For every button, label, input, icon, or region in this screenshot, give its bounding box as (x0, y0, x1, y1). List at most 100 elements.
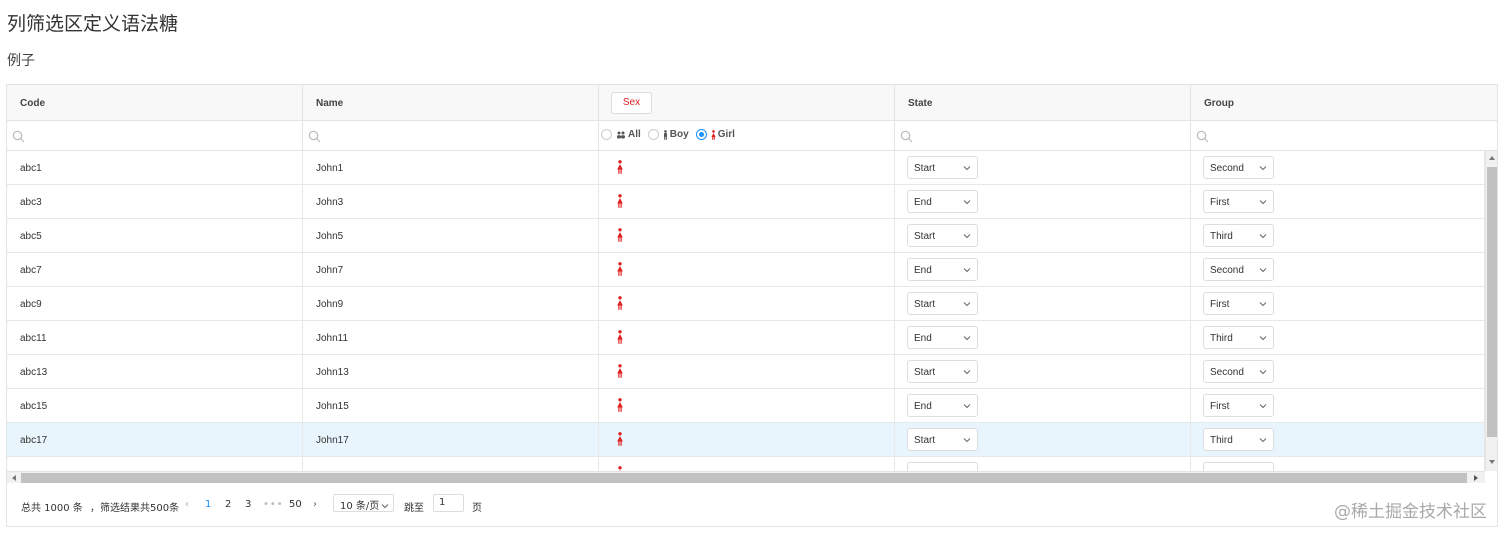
group-select[interactable]: Third (1203, 224, 1274, 247)
chevron-down-icon (963, 231, 971, 242)
table-header: Code Name Sex State Group (7, 85, 1497, 121)
scroll-left-icon[interactable] (11, 474, 17, 482)
name-cell: John7 (303, 253, 599, 286)
code-cell: abc3 (7, 185, 303, 218)
name-cell: John17 (303, 423, 599, 456)
radio-button[interactable] (601, 129, 612, 140)
name-text: John5 (316, 231, 344, 242)
group-select[interactable]: Second (1203, 258, 1274, 281)
people-icon (617, 131, 625, 138)
group-value: First (1210, 401, 1230, 412)
table-row[interactable]: abc1 John1 Start Second (7, 151, 1485, 185)
state-select[interactable]: End (907, 190, 978, 213)
girl-icon (617, 194, 623, 213)
table-row[interactable]: abc5 John5 Start Third (7, 219, 1485, 253)
group-select[interactable]: First (1203, 292, 1274, 315)
search-icon (12, 130, 25, 143)
table-row[interactable]: abc3 John3 End First (7, 185, 1485, 219)
code-cell (7, 457, 303, 471)
group-select[interactable]: First (1203, 190, 1274, 213)
column-header-state[interactable]: State (895, 85, 1191, 120)
sex-button[interactable]: Sex (611, 92, 652, 114)
radio-all[interactable]: All (601, 129, 641, 140)
radio-button[interactable] (695, 129, 707, 140)
sex-cell (599, 389, 895, 422)
chevron-down-icon (1259, 435, 1267, 446)
code-filter[interactable] (7, 121, 303, 150)
page-ellipsis[interactable]: ••• (263, 499, 284, 510)
code-cell: abc11 (7, 321, 303, 354)
radio-boy[interactable]: Boy (647, 129, 689, 140)
group-cell: First (1191, 185, 1485, 218)
column-header-label: Code (20, 98, 45, 109)
code-cell: abc5 (7, 219, 303, 252)
table-row[interactable]: abc9 John9 Start First (7, 287, 1485, 321)
table-row-partial[interactable] (7, 457, 1485, 471)
state-select[interactable]: Start (907, 360, 978, 383)
state-select[interactable]: Start (907, 428, 978, 451)
name-text: John9 (316, 299, 344, 310)
table-body: abc1 John1 Start Second abc3 John3 End First abc… (7, 151, 1485, 471)
jump-input[interactable]: 1 (433, 494, 464, 512)
group-select[interactable]: Third (1203, 326, 1274, 349)
column-header-name[interactable]: Name (303, 85, 599, 120)
data-table: Code Name Sex State Group All Boy Girl a… (6, 84, 1498, 527)
column-header-code[interactable]: Code (7, 85, 303, 120)
table-row[interactable]: abc13 John13 Start Second (7, 355, 1485, 389)
state-filter[interactable] (895, 121, 1191, 150)
name-text: John3 (316, 197, 344, 208)
group-select[interactable]: Third (1203, 428, 1274, 451)
code-text: abc1 (20, 163, 42, 174)
chevron-down-icon (1259, 333, 1267, 344)
column-header-group[interactable]: Group (1191, 85, 1497, 120)
group-select[interactable] (1203, 462, 1274, 471)
state-select[interactable]: Start (907, 156, 978, 179)
sex-cell (599, 287, 895, 320)
scrollbar-thumb[interactable] (1487, 167, 1497, 437)
state-value: Start (914, 231, 936, 242)
chevron-down-icon (1259, 367, 1267, 378)
state-select[interactable]: Start (907, 292, 978, 315)
horizontal-scrollbar[interactable] (7, 471, 1485, 483)
page-label: 页 (472, 503, 482, 514)
group-value: Third (1210, 435, 1233, 446)
vertical-scrollbar[interactable] (1485, 151, 1497, 471)
state-select[interactable]: End (907, 326, 978, 349)
state-select[interactable]: End (907, 258, 978, 281)
name-filter[interactable] (303, 121, 599, 150)
scroll-down-icon[interactable] (1488, 459, 1496, 465)
page-item[interactable]: 2 (225, 499, 231, 510)
group-select[interactable]: Second (1203, 360, 1274, 383)
filtered-count: ，筛选结果共500条 (90, 503, 180, 514)
radio-label: Girl (717, 129, 735, 140)
group-select[interactable]: Second (1203, 156, 1274, 179)
radio-button[interactable] (647, 129, 659, 140)
table-row[interactable]: abc15 John15 End First (7, 389, 1485, 423)
table-row[interactable]: abc17 John17 Start Third (7, 423, 1485, 457)
page-size-select[interactable]: 10 条/页 (333, 494, 394, 512)
page-item[interactable]: 1 (205, 499, 211, 510)
table-row[interactable]: abc11 John11 End Third (7, 321, 1485, 355)
girl-icon (617, 330, 623, 349)
girl-icon (617, 228, 623, 247)
group-cell: Third (1191, 423, 1485, 456)
state-select[interactable]: Start (907, 224, 978, 247)
scrollbar-thumb[interactable] (21, 473, 1467, 483)
sex-radio-group: All Boy Girl (601, 129, 742, 140)
scroll-right-icon[interactable] (1473, 474, 1479, 482)
table-row[interactable]: abc7 John7 End Second (7, 253, 1485, 287)
code-text: abc7 (20, 265, 42, 276)
scroll-up-icon[interactable] (1488, 155, 1496, 161)
radio-girl[interactable]: Girl (695, 129, 735, 140)
state-select[interactable]: End (907, 394, 978, 417)
page-item[interactable]: 3 (245, 499, 251, 510)
group-filter[interactable] (1191, 121, 1497, 150)
state-select[interactable] (907, 462, 978, 471)
chevron-right-icon[interactable]: › (313, 499, 317, 510)
state-cell: Start (895, 151, 1191, 184)
chevron-left-icon[interactable]: ‹ (185, 499, 189, 510)
state-value: Start (914, 299, 936, 310)
group-select[interactable]: First (1203, 394, 1274, 417)
page-item-last[interactable]: 50 (289, 499, 302, 510)
state-cell: End (895, 185, 1191, 218)
